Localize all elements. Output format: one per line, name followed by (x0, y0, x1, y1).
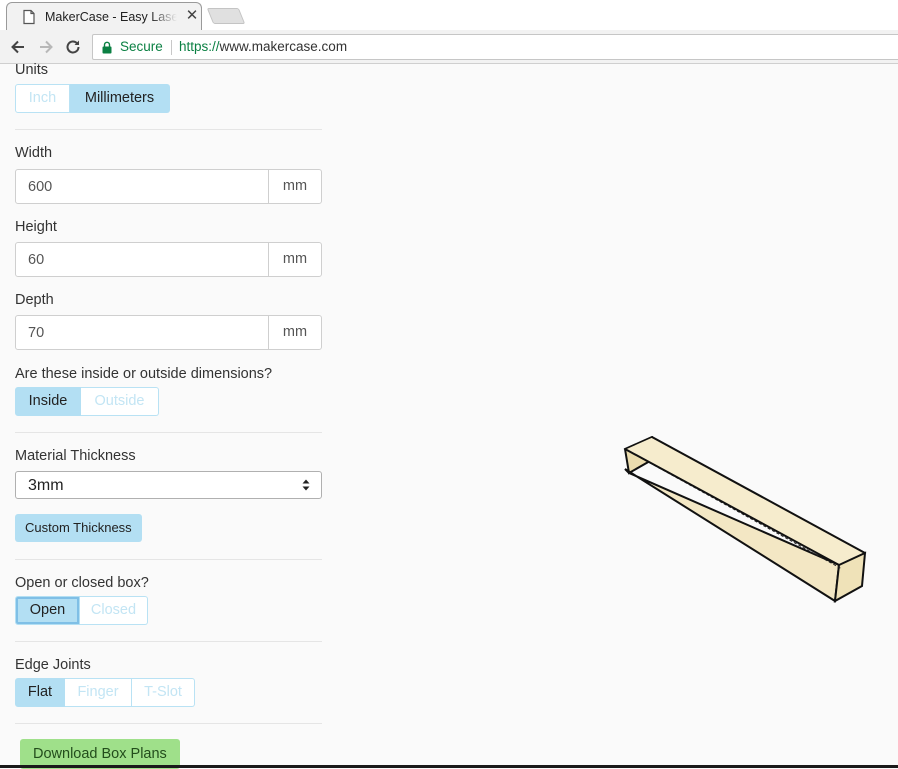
address-separator (171, 40, 172, 55)
box-type-label: Open or closed box? (15, 575, 149, 591)
browser-toolbar: Secure https://www.makercase.com (0, 30, 898, 64)
depth-label: Depth (15, 292, 54, 308)
url-text: https://www.makercase.com (179, 39, 347, 55)
forward-arrow-icon[interactable] (36, 37, 56, 57)
t-slot-joint-button[interactable]: T-Slot (132, 678, 195, 707)
flat-joint-button[interactable]: Flat (15, 678, 65, 707)
lock-icon (102, 41, 112, 54)
width-input[interactable] (16, 170, 268, 203)
inside-dimensions-button[interactable]: Inside (15, 387, 81, 416)
divider (15, 723, 322, 724)
finger-joint-button[interactable]: Finger (65, 678, 132, 707)
closed-box-button[interactable]: Closed (80, 596, 148, 625)
material-thickness-label: Material Thickness (15, 448, 136, 464)
tab-title: MakerCase - Easy Laser Cut Case Design (45, 10, 177, 24)
box-top-edge (624, 448, 840, 566)
divider (15, 641, 322, 642)
divider (15, 559, 322, 560)
width-field: mm (15, 169, 322, 204)
height-input[interactable] (16, 243, 268, 276)
reload-icon[interactable] (63, 37, 83, 57)
edge-joints-toggle: Flat Finger T-Slot (15, 678, 195, 707)
depth-input[interactable] (16, 316, 268, 349)
address-bar[interactable]: Secure https://www.makercase.com (92, 34, 898, 60)
secure-label: Secure (120, 39, 163, 54)
material-thickness-value: 3mm (28, 477, 64, 494)
url-host: www.makercase.com (219, 39, 348, 54)
new-tab-button[interactable] (206, 8, 246, 24)
custom-thickness-button[interactable]: Custom Thickness (15, 514, 142, 542)
height-field: mm (15, 242, 322, 277)
width-unit: mm (268, 170, 321, 203)
units-inch-button[interactable]: Inch (15, 84, 70, 113)
units-millimeters-button[interactable]: Millimeters (70, 84, 170, 113)
dimension-type-label: Are these inside or outside dimensions? (15, 366, 273, 382)
divider (15, 129, 322, 130)
width-label: Width (15, 145, 53, 161)
outside-dimensions-button[interactable]: Outside (81, 387, 159, 416)
divider (15, 432, 322, 433)
box-type-toggle: Open Closed (15, 596, 148, 625)
box-interior-wall (623, 436, 867, 566)
units-toggle: Inch Millimeters (15, 84, 170, 113)
page-icon (23, 9, 35, 25)
height-unit: mm (268, 243, 321, 276)
page-content: Units Inch Millimeters Width mm Height m… (0, 62, 898, 769)
height-label: Height (15, 219, 57, 235)
url-scheme: https:// (179, 39, 220, 54)
depth-unit: mm (268, 316, 321, 349)
close-tab-icon[interactable]: ✕ (185, 8, 199, 23)
units-label: Units (15, 62, 49, 78)
open-box-button[interactable]: Open (15, 596, 80, 625)
box-3d-preview (623, 436, 867, 603)
material-thickness-select[interactable]: 3mm (15, 471, 322, 499)
select-arrows-icon (302, 479, 310, 491)
depth-field: mm (15, 315, 322, 350)
browser-tab[interactable]: MakerCase - Easy Laser Cut Case Design ✕ (6, 2, 202, 30)
browser-tab-strip: MakerCase - Easy Laser Cut Case Design ✕ (0, 0, 898, 30)
dimension-type-toggle: Inside Outside (15, 387, 159, 416)
back-arrow-icon[interactable] (8, 37, 28, 57)
edge-joints-label: Edge Joints (15, 657, 91, 673)
